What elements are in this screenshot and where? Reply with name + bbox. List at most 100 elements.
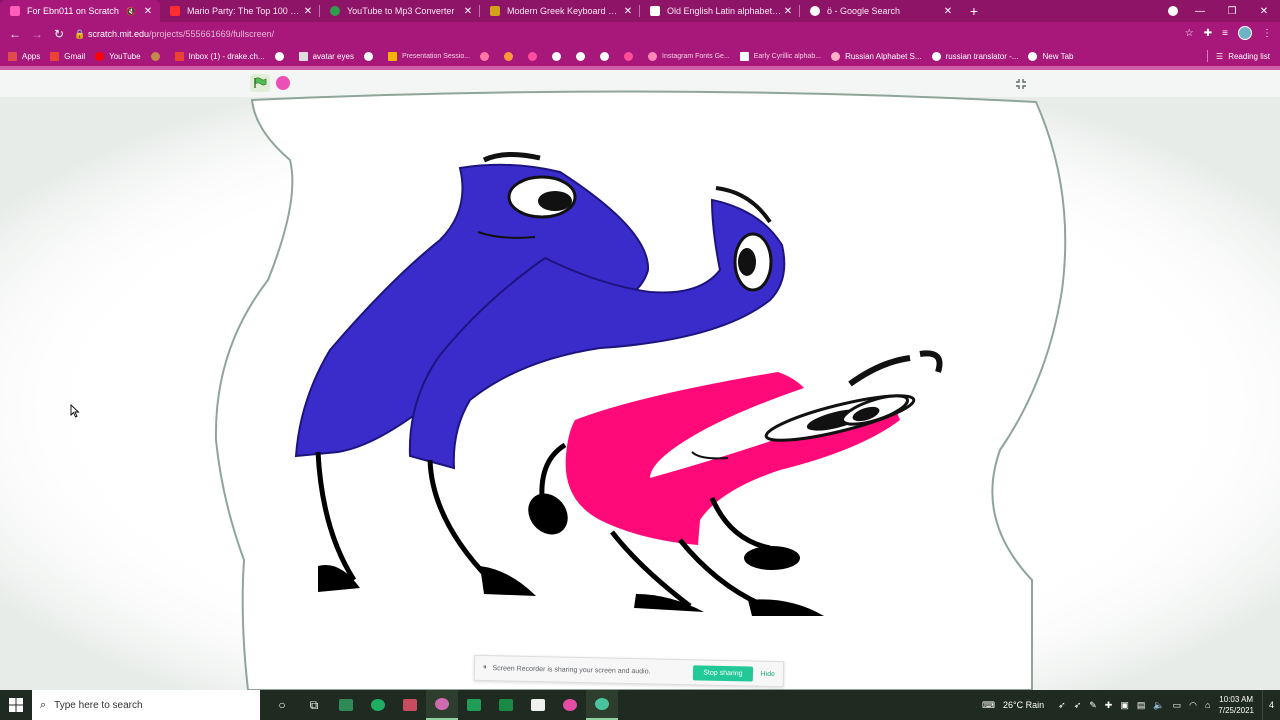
menu-kebab-icon[interactable]: ⋮ [1262, 28, 1272, 39]
wikipedia-icon [739, 51, 749, 61]
bookmark-unlabeled[interactable] [274, 51, 289, 61]
stage-canvas[interactable] [0, 70, 1280, 690]
bookmark-star-icon[interactable]: ☆ [1185, 28, 1194, 39]
bookmark-unlabeled[interactable] [480, 51, 494, 61]
paint-icon[interactable] [554, 690, 586, 720]
link-icon [363, 51, 373, 61]
pencil-icon [624, 51, 634, 61]
close-tab-icon[interactable]: ✕ [462, 6, 474, 17]
close-tab-icon[interactable]: ✕ [942, 6, 954, 17]
bookmark-unlabeled[interactable] [600, 51, 614, 61]
extensions-puzzle-icon[interactable]: ✚ [1204, 28, 1212, 39]
globe-icon [1028, 51, 1038, 61]
tray-app-icon[interactable]: ➶ [1074, 700, 1082, 711]
bookmark-label: Instagram Fonts Ge... [662, 52, 730, 60]
url-path: /projects/555661669/fullscreen/ [149, 29, 275, 39]
bookmark-unlabeled[interactable] [528, 51, 542, 61]
converter-favicon-icon [330, 6, 340, 16]
tray-app-icon[interactable]: ✎ [1089, 700, 1097, 711]
close-tab-icon[interactable]: ✕ [142, 6, 154, 17]
bookmark-presentation[interactable]: Presentation Sessio... [387, 51, 471, 61]
reload-icon[interactable]: ↻ [48, 27, 70, 41]
google-icon [931, 51, 941, 61]
address-bar[interactable]: 🔒 scratch.mit.edu /projects/555661669/fu… [74, 25, 1184, 43]
tab-wikipedia[interactable]: Old English Latin alphabet - Wiki ✕ [640, 0, 800, 22]
tray-app-icon[interactable]: ➶ [1058, 700, 1066, 711]
tab-mario-party[interactable]: Mario Party: The Top 100 Music ✕ [160, 0, 320, 22]
close-window-button[interactable]: ✕ [1248, 6, 1280, 17]
bookmark-unlabeled[interactable] [552, 51, 566, 61]
bookmark-unlabeled[interactable] [576, 51, 590, 61]
speaker-muted-icon[interactable]: 🔇 [126, 7, 136, 16]
tab-youtube-mp3[interactable]: YouTube to Mp3 Converter ✕ [320, 0, 480, 22]
search-placeholder: Type here to search [54, 699, 143, 711]
keyboard-icon[interactable]: ⌨ [982, 700, 995, 711]
clock[interactable]: 10:03 AM 7/25/2021 [1218, 694, 1254, 716]
bookmark-avatar-eyes[interactable]: avatar eyes [298, 51, 354, 61]
language-icon[interactable]: ⌂ [1205, 700, 1210, 710]
mouse-pointer-icon [70, 404, 80, 418]
restore-button[interactable]: ❐ [1216, 6, 1248, 17]
bookmark-label: Inbox (1) - drake.ch... [188, 51, 265, 61]
bookmark-inbox[interactable]: Inbox (1) - drake.ch... [174, 51, 265, 61]
minimize-button[interactable]: — [1184, 6, 1216, 17]
link-icon [576, 51, 586, 61]
back-arrow-icon[interactable]: ← [4, 27, 26, 41]
tab-greek-keyboard[interactable]: Modern Greek Keyboard Online ✕ [480, 0, 640, 22]
app-store-icon[interactable] [330, 690, 362, 720]
tray-app-icon[interactable]: ▤ [1137, 700, 1146, 711]
bookmark-russian-translator[interactable]: russian translator -... [931, 51, 1018, 61]
windows-logo-icon [9, 698, 23, 712]
chrome-icon[interactable] [426, 690, 458, 720]
edge-icon[interactable] [362, 690, 394, 720]
bookmark-apps[interactable]: Apps [8, 51, 40, 61]
stop-sharing-button[interactable]: Stop sharing [693, 664, 753, 682]
brush-icon [528, 51, 538, 61]
close-tab-icon[interactable]: ✕ [302, 6, 314, 17]
font-icon [648, 51, 658, 61]
task-view-icon[interactable]: ⧉ [298, 690, 330, 720]
bookmark-new-tab[interactable]: New Tab [1028, 51, 1073, 61]
tray-app-icon[interactable]: ✚ [1105, 700, 1113, 711]
bookmark-gmail[interactable]: Gmail [50, 51, 85, 61]
tab-scratch[interactable]: For Ebn011 on Scratch 🔇 ✕ [0, 0, 160, 22]
bookmark-youtube[interactable]: YouTube [95, 51, 141, 61]
google-favicon-icon [810, 6, 820, 16]
reading-list-button[interactable]: ☰ Reading list [1207, 50, 1270, 62]
clock-date: 7/25/2021 [1218, 706, 1254, 715]
bookmark-unlabeled[interactable] [363, 51, 378, 61]
bookmark-unlabeled[interactable] [504, 51, 518, 61]
battery-icon[interactable]: ▭ [1173, 700, 1182, 711]
profile-avatar[interactable] [1238, 26, 1252, 40]
bookmark-label: Presentation Sessio... [401, 52, 471, 60]
close-tab-icon[interactable]: ✕ [622, 6, 634, 17]
word-icon[interactable] [458, 690, 490, 720]
lock-icon: 🔒 [74, 28, 86, 39]
close-tab-icon[interactable]: ✕ [782, 6, 794, 17]
wifi-icon[interactable]: ◠ [1189, 700, 1197, 711]
tray-app-icon[interactable]: ▣ [1120, 700, 1129, 711]
forward-arrow-icon[interactable]: → [26, 27, 48, 41]
chrome-profile-icon[interactable] [586, 690, 618, 720]
volume-icon[interactable]: 🔈 [1153, 700, 1164, 711]
bookmark-instagram-fonts[interactable]: Instagram Fonts Ge... [648, 51, 730, 61]
youtube-favicon-icon [170, 6, 180, 16]
excel-icon[interactable] [490, 690, 522, 720]
taskbar-search-input[interactable]: ⌕ Type here to search [32, 690, 260, 720]
start-button[interactable] [0, 690, 32, 720]
bookmark-unlabeled[interactable] [624, 51, 638, 61]
hide-button[interactable]: Hide [760, 670, 775, 677]
calculator-icon[interactable] [522, 690, 554, 720]
bookmark-early-cyrillic[interactable]: Early Cyrillic alphab... [739, 51, 821, 61]
weather-widget[interactable]: 26°C Rain [1003, 700, 1044, 710]
file-explorer-icon[interactable] [394, 690, 426, 720]
media-control-icon[interactable]: ≡ [1222, 28, 1228, 39]
bookmark-russian-alphabet[interactable]: Russian Alphabet S... [831, 51, 922, 61]
new-tab-button[interactable]: + [960, 0, 988, 22]
tab-google-search[interactable]: ö - Google Search ✕ [800, 0, 960, 22]
profile-indicator-icon[interactable] [1168, 6, 1178, 16]
cortana-icon[interactable]: ○ [266, 690, 298, 720]
reading-list-icon: ☰ [1216, 51, 1224, 61]
notifications-button[interactable]: 4 [1262, 690, 1280, 720]
bookmark-unlabeled[interactable] [150, 51, 165, 61]
